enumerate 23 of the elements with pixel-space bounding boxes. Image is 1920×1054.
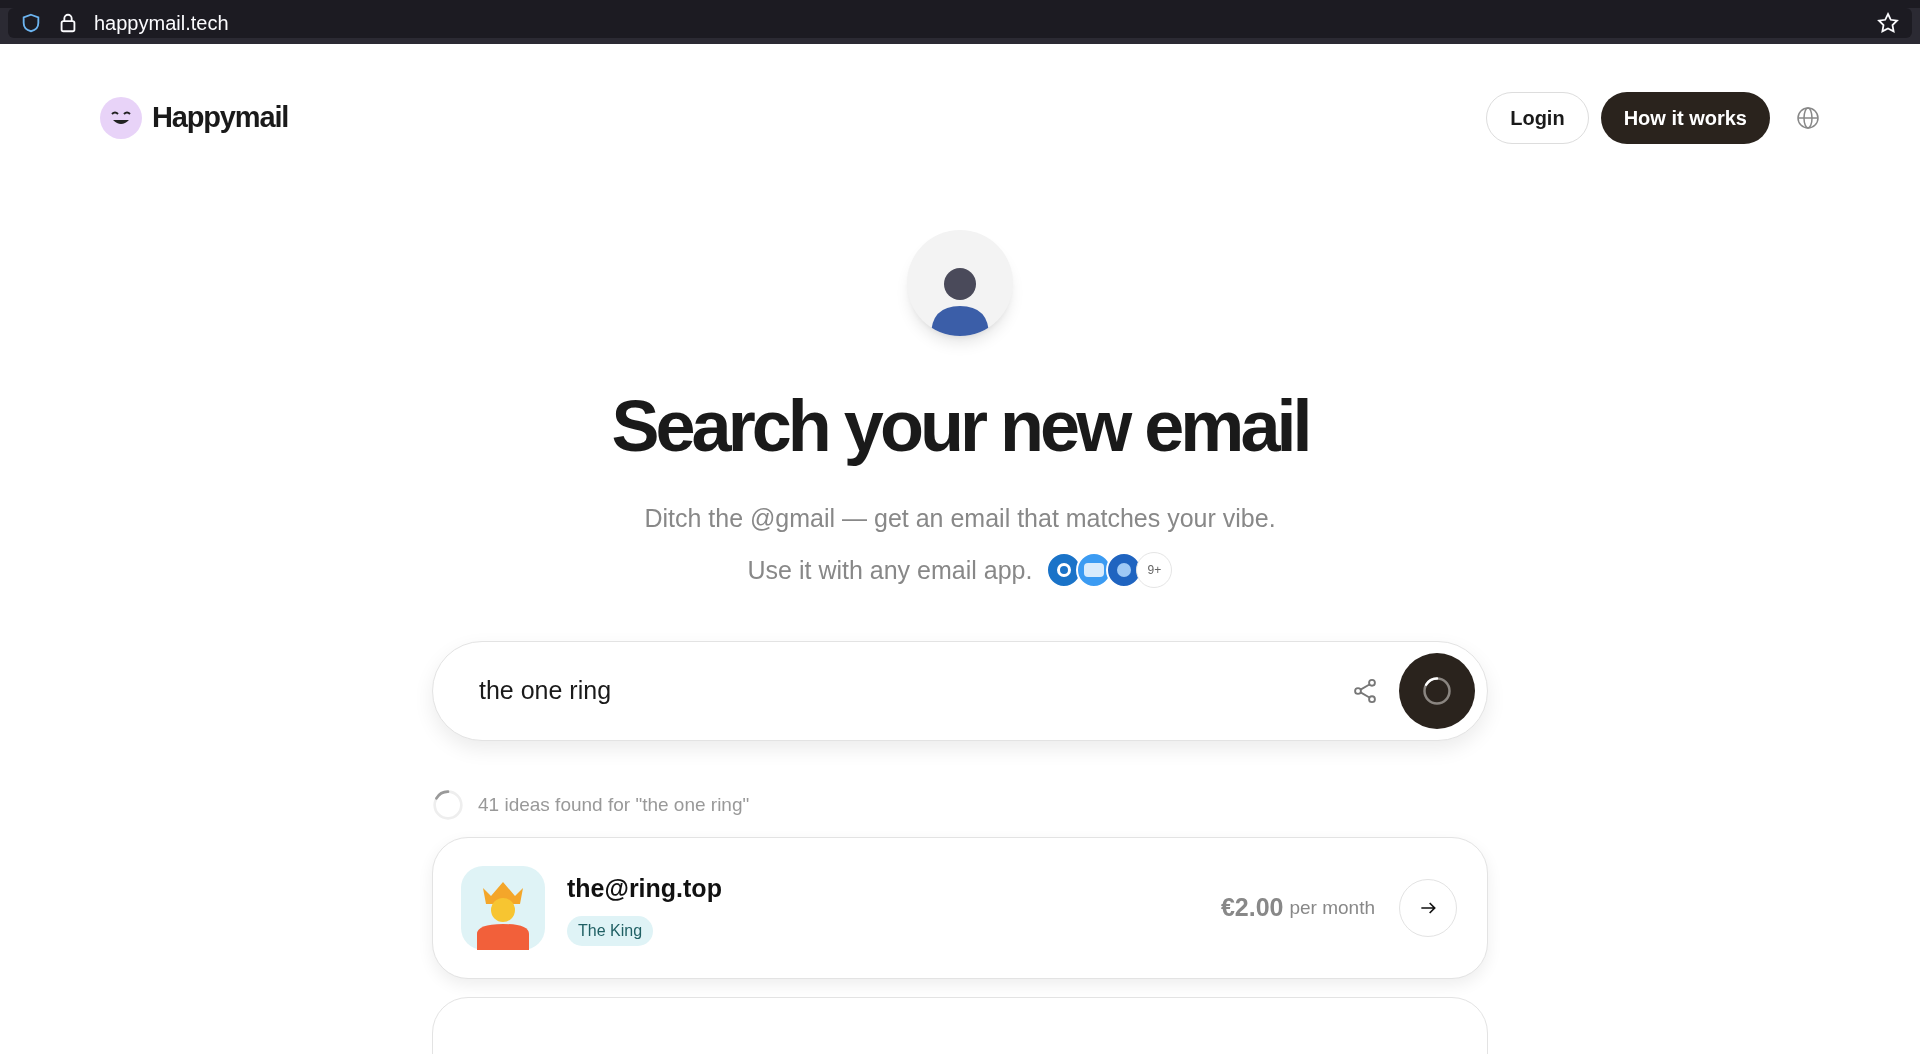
tag: The King xyxy=(567,915,654,946)
result-card[interactable]: the@ring.top The King €2.00 per month xyxy=(432,837,1488,979)
logo-text[interactable]: Happymail xyxy=(152,96,289,140)
globe-icon[interactable] xyxy=(1796,106,1820,130)
smiley-logo-icon[interactable] xyxy=(100,97,142,139)
loading-spinner-icon xyxy=(432,789,464,821)
email-address: the@ring.top xyxy=(567,873,722,905)
lock-icon[interactable] xyxy=(58,12,78,34)
search-button[interactable] xyxy=(1399,653,1475,729)
url-text[interactable]: happymail.tech xyxy=(94,8,229,38)
subtitle: Ditch the @gmail — get an email that matches your vibe. xyxy=(644,503,1276,534)
price: €2.00 xyxy=(1220,892,1284,924)
how-it-works-button[interactable]: How it works xyxy=(1600,92,1770,144)
results-summary: 41 ideas found for "the one ring" xyxy=(478,792,750,817)
more-apps-badge: 9+ xyxy=(1136,552,1173,589)
apps-text: Use it with any email app. xyxy=(747,554,1033,586)
search-field[interactable]: the one ring xyxy=(432,641,1488,741)
price-period: per month xyxy=(1289,895,1375,920)
star-icon[interactable] xyxy=(1876,11,1900,35)
shield-icon[interactable] xyxy=(20,12,42,34)
king-avatar-icon xyxy=(461,866,545,950)
share-icon[interactable] xyxy=(1351,677,1379,705)
search-input[interactable]: the one ring xyxy=(479,672,1351,710)
